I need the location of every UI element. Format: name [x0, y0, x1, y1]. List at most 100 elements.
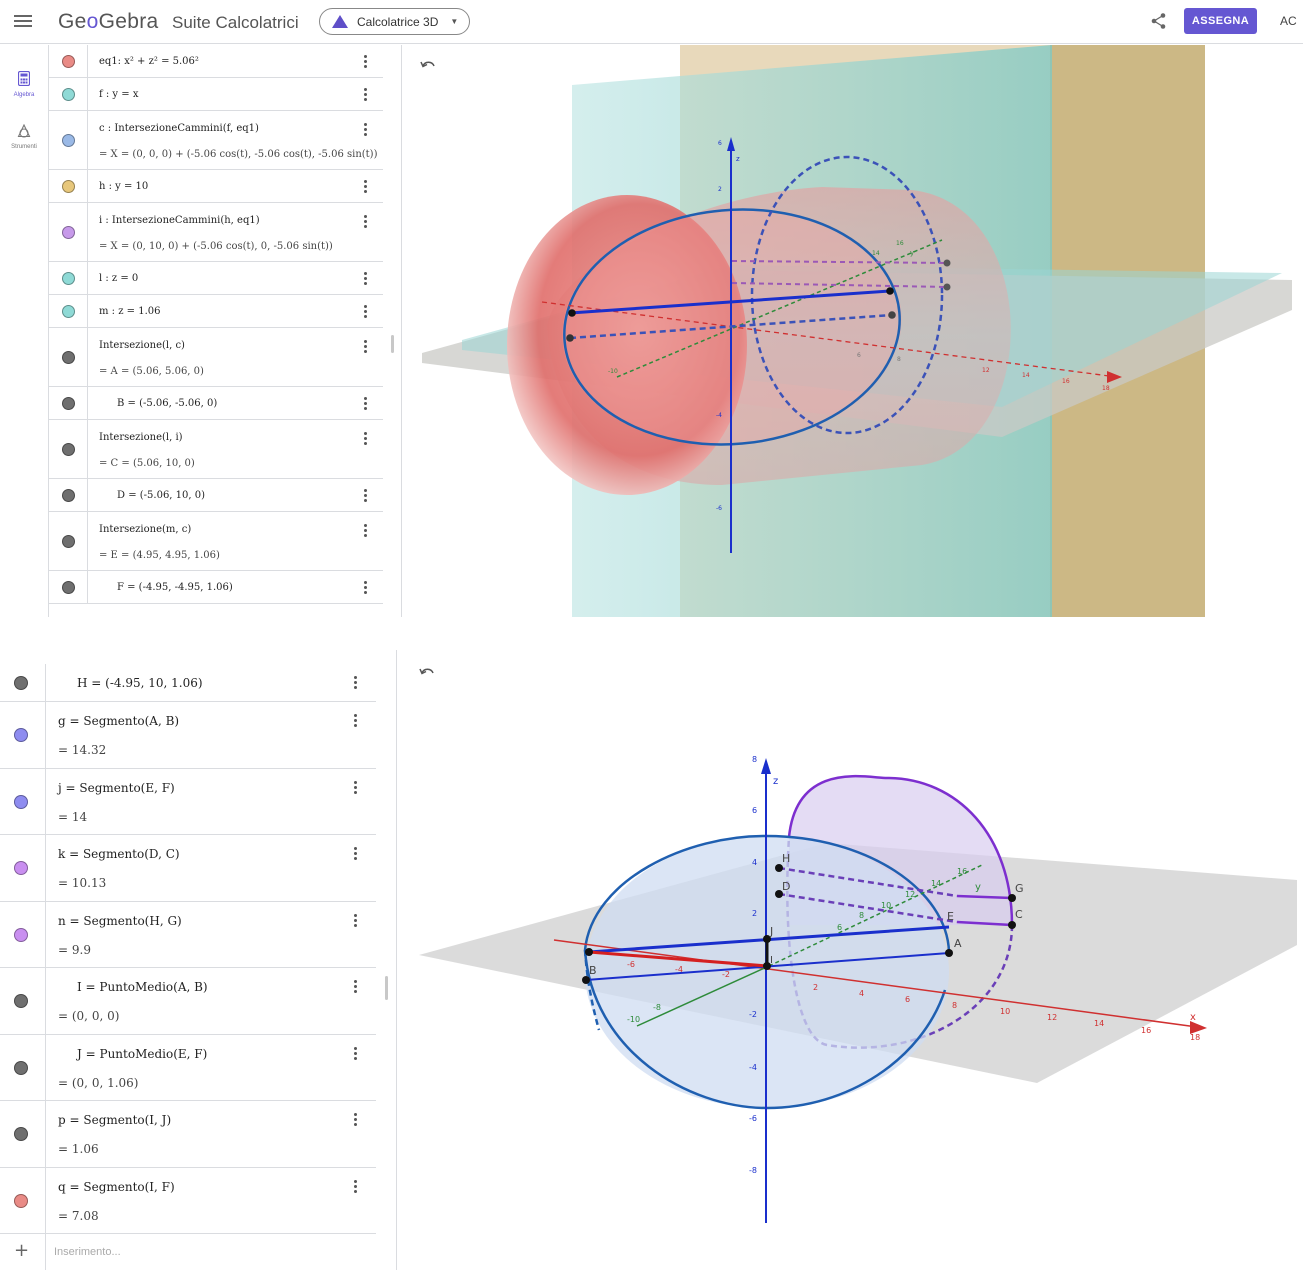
row-definition[interactable]: Intersezione(l, c) — [99, 340, 185, 351]
more-options-icon[interactable] — [361, 432, 369, 446]
algebra-row[interactable]: Intersezione(l, i) = C = (5.06, 10, 0) — [49, 420, 383, 479]
algebra-row[interactable]: p = Segmento(I, J) = 1.06 — [0, 1101, 376, 1168]
app-switcher-dropdown[interactable]: Calcolatrice 3D ▼ — [319, 8, 470, 35]
menu-icon[interactable] — [14, 12, 32, 30]
point-B[interactable] — [566, 334, 574, 342]
visibility-marble[interactable] — [14, 927, 28, 942]
algebra-row[interactable]: j = Segmento(E, F) = 14 — [0, 768, 376, 835]
algebra-row[interactable]: D = (-5.06, 10, 0) — [49, 479, 383, 512]
point-A-bottom[interactable] — [945, 949, 953, 957]
row-definition[interactable]: H = (-4.95, 10, 1.06) — [77, 676, 203, 690]
visibility-marble[interactable] — [14, 994, 28, 1009]
row-definition[interactable]: p = Segmento(I, J) — [58, 1113, 171, 1127]
more-options-icon[interactable] — [361, 488, 369, 503]
point-F-bottom[interactable] — [585, 948, 593, 956]
algebra-row[interactable]: eq1: x² + z² = 5.06² — [49, 45, 383, 78]
row-definition[interactable]: k = Segmento(D, C) — [58, 847, 180, 861]
visibility-marble[interactable] — [62, 226, 75, 239]
row-definition[interactable]: eq1: x² + z² = 5.06² — [99, 56, 199, 67]
row-definition[interactable]: Intersezione(l, i) — [99, 432, 183, 443]
algebra-scroll-handle-top[interactable] — [391, 335, 394, 353]
visibility-marble[interactable] — [62, 272, 75, 285]
row-definition[interactable]: m : z = 1.06 — [99, 306, 160, 317]
geogebra-logo[interactable]: GeoGebra — [58, 10, 158, 34]
visibility-marble[interactable] — [14, 1193, 28, 1208]
algebra-row[interactable]: F = (-4.95, -4.95, 1.06) — [49, 571, 383, 604]
algebra-row[interactable]: J = PuntoMedio(E, F) = (0, 0, 1.06) — [0, 1034, 376, 1101]
more-options-icon[interactable] — [351, 1179, 359, 1194]
row-definition[interactable]: B = (-5.06, -5.06, 0) — [117, 398, 217, 409]
row-definition[interactable]: f : y = x — [99, 89, 138, 100]
more-options-icon[interactable] — [361, 396, 369, 411]
visibility-marble[interactable] — [14, 861, 28, 876]
visibility-marble[interactable] — [62, 88, 75, 101]
point-H-bottom[interactable] — [775, 864, 783, 872]
algebra-row[interactable]: g = Segmento(A, B) = 14.32 — [0, 702, 376, 769]
add-icon[interactable]: + — [14, 1240, 29, 1261]
algebra-row[interactable]: Intersezione(l, c) = A = (5.06, 5.06, 0) — [49, 328, 383, 387]
more-options-icon[interactable] — [351, 913, 359, 928]
visibility-marble[interactable] — [62, 443, 75, 456]
more-options-icon[interactable] — [351, 980, 359, 994]
row-definition[interactable]: D = (-5.06, 10, 0) — [117, 490, 205, 501]
tools-tab[interactable]: Strumenti — [0, 123, 48, 150]
algebra-row[interactable]: h : y = 10 — [49, 170, 383, 203]
visibility-marble[interactable] — [14, 1127, 28, 1142]
row-definition[interactable]: J = PuntoMedio(E, F) — [77, 1047, 207, 1061]
point-G[interactable] — [943, 259, 951, 267]
visibility-marble[interactable] — [62, 134, 75, 147]
more-options-icon[interactable] — [351, 847, 359, 861]
more-options-icon[interactable] — [361, 340, 369, 354]
algebra-row[interactable]: k = Segmento(D, C) = 10.13 — [0, 835, 376, 902]
more-options-icon[interactable] — [361, 580, 369, 595]
visibility-marble[interactable] — [62, 55, 75, 68]
login-button-partial[interactable]: AC — [1280, 14, 1297, 28]
algebra-row[interactable]: n = Segmento(H, G) = 9.9 — [0, 901, 376, 968]
point-F[interactable] — [568, 309, 576, 317]
algebra-row[interactable]: m : z = 1.06 — [49, 295, 383, 328]
more-options-icon[interactable] — [361, 215, 369, 229]
visibility-marble[interactable] — [62, 180, 75, 193]
visibility-marble[interactable] — [62, 489, 75, 502]
algebra-row[interactable]: c : IntersezioneCammini(f, eq1) = X = (0,… — [49, 111, 383, 170]
row-definition[interactable]: Intersezione(m, c) — [99, 524, 191, 535]
algebra-row[interactable]: Intersezione(m, c) = E = (4.95, 4.95, 1.0… — [49, 512, 383, 571]
visibility-marble[interactable] — [62, 397, 75, 410]
visibility-marble[interactable] — [14, 676, 28, 690]
more-options-icon[interactable] — [361, 87, 369, 102]
visibility-marble[interactable] — [62, 535, 75, 548]
row-definition[interactable]: i : IntersezioneCammini(h, eq1) — [99, 215, 260, 226]
algebra-tab[interactable]: Algebra — [0, 70, 48, 98]
more-options-icon[interactable] — [361, 179, 369, 194]
more-options-icon[interactable] — [361, 54, 369, 69]
more-options-icon[interactable] — [351, 714, 359, 728]
algebra-row[interactable]: H = (-4.95, 10, 1.06) — [0, 664, 376, 702]
algebra-row[interactable]: l : z = 0 — [49, 262, 383, 295]
visibility-marble[interactable] — [14, 1060, 28, 1075]
more-options-icon[interactable] — [361, 524, 369, 538]
visibility-marble[interactable] — [14, 794, 28, 809]
point-G-bottom[interactable] — [1008, 894, 1016, 902]
row-definition[interactable]: l : z = 0 — [99, 273, 138, 284]
algebra-row[interactable]: q = Segmento(I, F) = 7.08 — [0, 1167, 376, 1234]
graphics-3d-view-bottom[interactable]: A B C D E G H J I z x y 18 8 6 4 2 -2 -4… — [396, 650, 1303, 1270]
visibility-marble[interactable] — [62, 581, 75, 594]
visibility-marble[interactable] — [62, 351, 75, 364]
point-E[interactable] — [886, 287, 894, 295]
row-definition[interactable]: q = Segmento(I, F) — [58, 1180, 175, 1194]
row-definition[interactable]: F = (-4.95, -4.95, 1.06) — [117, 582, 233, 593]
row-definition[interactable]: g = Segmento(A, B) — [58, 714, 179, 728]
algebra-row[interactable]: I = PuntoMedio(A, B) = (0, 0, 0) — [0, 968, 376, 1035]
algebra-row[interactable]: B = (-5.06, -5.06, 0) — [49, 387, 383, 420]
point-C[interactable] — [943, 283, 951, 291]
assign-button[interactable]: ASSEGNA — [1184, 8, 1257, 34]
more-options-icon[interactable] — [351, 1046, 359, 1061]
more-options-icon[interactable] — [351, 676, 359, 690]
point-B-bottom[interactable] — [582, 976, 590, 984]
visibility-marble[interactable] — [62, 305, 75, 318]
algebra-row[interactable]: i : IntersezioneCammini(h, eq1) = X = (0,… — [49, 203, 383, 262]
algebra-row[interactable]: f : y = x — [49, 78, 383, 111]
row-definition[interactable]: c : IntersezioneCammini(f, eq1) — [99, 123, 259, 134]
more-options-icon[interactable] — [361, 304, 369, 319]
more-options-icon[interactable] — [351, 780, 359, 795]
